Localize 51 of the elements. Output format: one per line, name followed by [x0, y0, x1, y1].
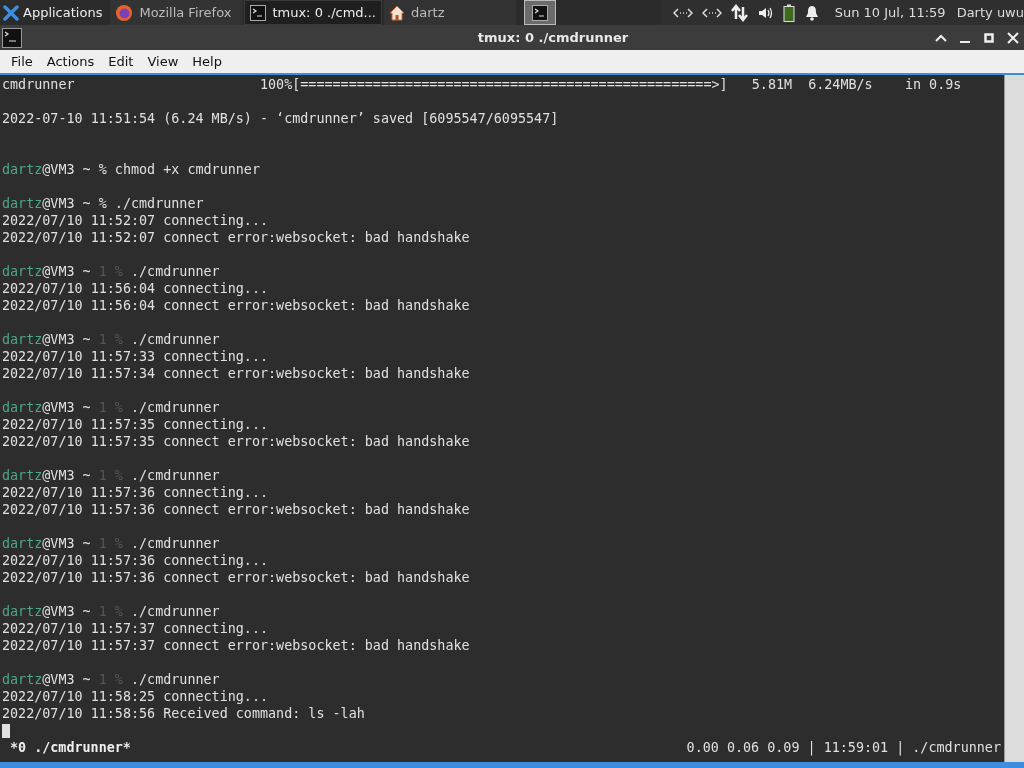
- terminal-icon: [250, 4, 267, 21]
- menu-item[interactable]: File: [4, 54, 40, 69]
- applications-menu[interactable]: Applications: [0, 0, 109, 25]
- menu-item[interactable]: Edit: [101, 54, 141, 69]
- clock[interactable]: Sun 10 Jul, 11:59: [834, 5, 946, 20]
- home-icon: [389, 4, 405, 21]
- menu-item[interactable]: Actions: [39, 54, 102, 69]
- taskbar-button[interactable]: tmux: 0 ./cmd...: [244, 0, 382, 25]
- volume-icon[interactable]: [757, 5, 774, 20]
- terminal-line: 2022/07/10 11:57:35 connecting...: [2, 416, 269, 433]
- terminal-icon: [2, 27, 22, 48]
- battery-icon[interactable]: [782, 3, 795, 22]
- terminal-line: 2022/07/10 11:57:37 connecting...: [2, 620, 269, 637]
- terminal-line: 2022/07/10 11:57:36 connecting...: [2, 484, 269, 501]
- terminal-line: 2022-07-10 11:51:54 (6.24 MB/s) - ‘cmdrunner’ saved [6095547/6095547]: [2, 110, 559, 127]
- text-cursor: [2, 724, 10, 738]
- terminal-icon: [532, 4, 548, 21]
- terminal-line: 2022/07/10 11:52:07 connecting...: [2, 212, 269, 229]
- terminal-line: cmdrunner 100%[===================================================>] 5.81M 6.24MB/s in 0.9s: [2, 76, 962, 93]
- terminal-line: 2022/07/10 11:57:37 connect error:websocket: bad handshake: [2, 637, 470, 654]
- transfer-icon[interactable]: [730, 3, 749, 22]
- terminal-line: 2022/07/10 11:56:04 connect error:websocket: bad handshake: [2, 297, 470, 314]
- terminal-line: 2022/07/10 11:57:36 connect error:websocket: bad handshake: [2, 569, 470, 586]
- network-icon[interactable]: [701, 6, 722, 19]
- maximize-icon[interactable]: [982, 30, 996, 45]
- terminal-launcher[interactable]: [524, 0, 556, 25]
- prompt-line: dartz@VM3 ~ % chmod +x cmdrunner: [2, 161, 260, 178]
- terminal-line: 2022/07/10 11:58:56 Received command: ls -lah: [2, 705, 365, 722]
- terminal-line: 2022/07/10 11:56:04 connecting...: [2, 280, 269, 297]
- menu-item[interactable]: View: [140, 54, 186, 69]
- taskbar-button[interactable]: dartz: [384, 0, 516, 25]
- close-icon[interactable]: [1006, 30, 1020, 45]
- scrollbar[interactable]: [1004, 75, 1024, 762]
- terminal-line: 2022/07/10 11:57:36 connecting...: [2, 552, 269, 569]
- x-logo-icon: [3, 4, 19, 21]
- terminal-line: 2022/07/10 11:58:25 connecting...: [2, 688, 269, 705]
- network-icon[interactable]: [672, 6, 693, 19]
- terminal-line: 2022/07/10 11:57:34 connect error:websocket: bad handshake: [2, 365, 470, 382]
- taskbar-button[interactable]: Mozilla Firefox: [110, 0, 243, 25]
- terminal-line: 2022/07/10 11:52:07 connect error:websocket: bad handshake: [2, 229, 470, 246]
- user-name[interactable]: Darty uwu: [956, 5, 1024, 20]
- window-title: tmux: 0 ./cmdrunner: [476, 30, 630, 45]
- tmux-window-label[interactable]: *0 ./cmdrunner*: [10, 740, 131, 755]
- browser-icon: [115, 3, 134, 22]
- terminal-line: 2022/07/10 11:57:36 connect error:websocket: bad handshake: [2, 501, 470, 518]
- terminal-line: 2022/07/10 11:57:35 connect error:websocket: bad handshake: [2, 433, 470, 450]
- tmux-status-info: 0.00 0.06 0.09 | 11:59:01 | ./cmdrunner: [686, 740, 1001, 755]
- notification-bell-icon[interactable]: [803, 4, 820, 21]
- terminal-line: 2022/07/10 11:57:33 connecting...: [2, 348, 269, 365]
- prompt-line: dartz@VM3 ~ % ./cmdrunner: [2, 195, 204, 212]
- menu-item[interactable]: Help: [185, 54, 229, 69]
